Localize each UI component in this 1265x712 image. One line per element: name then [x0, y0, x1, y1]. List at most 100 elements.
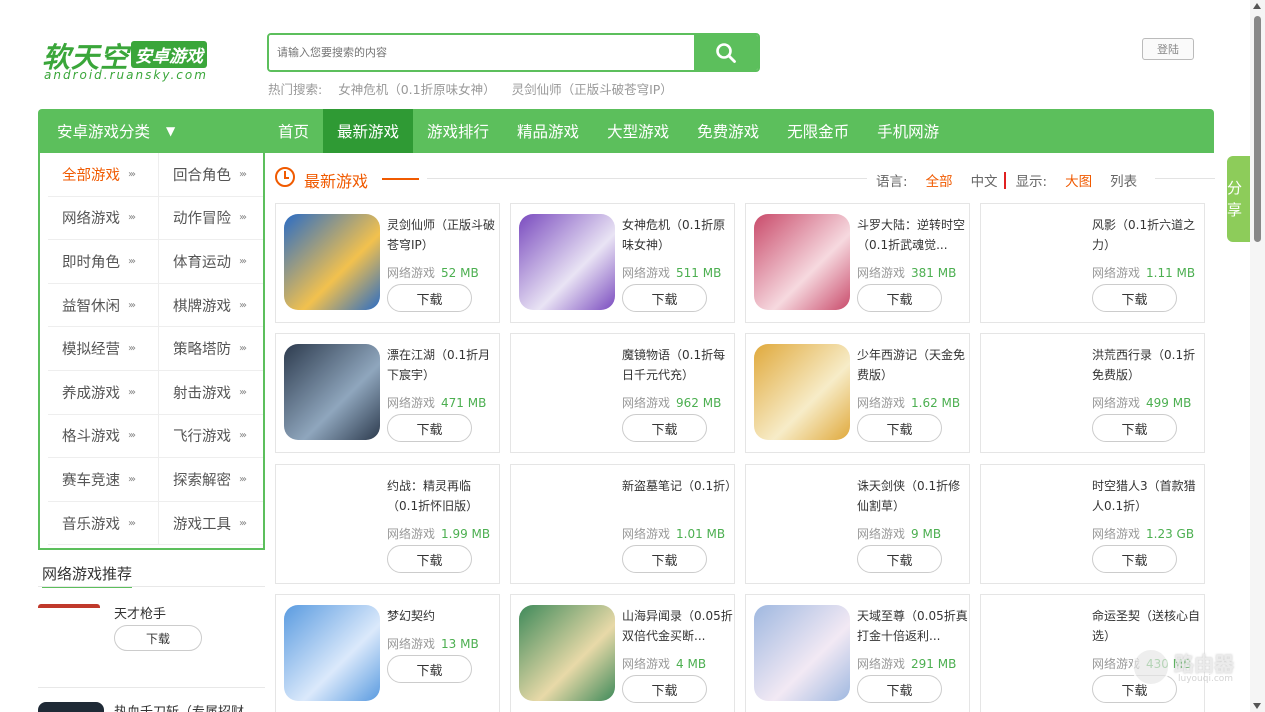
- nav-item-online-games[interactable]: 手机网游: [863, 109, 953, 153]
- game-icon-nvshen[interactable]: [519, 214, 615, 310]
- download-button[interactable]: 下载: [622, 284, 707, 312]
- nav-item-home[interactable]: 首页: [264, 109, 323, 153]
- game-title[interactable]: 女神危机（0.1折原味女神）: [622, 215, 734, 255]
- download-button[interactable]: 下载: [1092, 545, 1177, 573]
- download-button[interactable]: 下载: [622, 414, 707, 442]
- nav-item-featured[interactable]: 精品游戏: [503, 109, 593, 153]
- nav-item-ranking[interactable]: 游戏排行: [413, 109, 503, 153]
- game-title[interactable]: 洪荒西行录（0.1折免费版）: [1092, 345, 1204, 385]
- recommend-game-name[interactable]: 天才枪手: [114, 603, 166, 622]
- nav-item-unlimited-gold[interactable]: 无限金币: [773, 109, 863, 153]
- search-input[interactable]: [269, 35, 694, 70]
- scrollbar[interactable]: [1250, 0, 1265, 712]
- game-card[interactable]: 灵剑仙师（正版斗破苍穹IP） 网络游戏 52 MB 下载: [275, 203, 500, 323]
- recommend-thumbnail[interactable]: [38, 604, 100, 608]
- game-title[interactable]: 新盗墓笔记（0.1折）: [622, 476, 734, 516]
- download-button[interactable]: 下载: [857, 284, 942, 312]
- download-button[interactable]: 下载: [857, 414, 942, 442]
- category-menu-toggle[interactable]: 安卓游戏分类 ▼: [38, 109, 264, 153]
- download-button[interactable]: 下载: [857, 545, 942, 573]
- download-button[interactable]: 下载: [387, 655, 472, 683]
- game-card[interactable]: 山海异闻录（0.05折双倍代金买断... 网络游戏 4 MB 下载: [510, 594, 735, 712]
- recommend-thumbnail[interactable]: [38, 702, 104, 712]
- download-button[interactable]: 下载: [1092, 284, 1177, 312]
- game-title[interactable]: 灵剑仙师（正版斗破苍穹IP）: [387, 215, 499, 255]
- category-item[interactable]: 体育运动 ›››: [159, 240, 263, 284]
- hot-search-link[interactable]: 女神危机（0.1折原味女神）: [338, 82, 495, 97]
- recommend-game-name[interactable]: 热血千刀斩（专属招财: [114, 701, 244, 712]
- download-button[interactable]: 下载: [857, 675, 942, 703]
- game-icon-linjian[interactable]: [284, 214, 380, 310]
- download-button[interactable]: 下载: [622, 675, 707, 703]
- game-icon-shanhai[interactable]: [519, 605, 615, 701]
- game-card[interactable]: 诛天剑侠（0.1折修仙割草） 网络游戏 9 MB 下载: [745, 464, 970, 584]
- view-list[interactable]: 列表: [1110, 170, 1137, 190]
- download-button[interactable]: 下载: [1092, 414, 1177, 442]
- login-button[interactable]: 登陆: [1142, 38, 1194, 60]
- download-button[interactable]: 下载: [622, 545, 707, 573]
- site-logo[interactable]: 软天空 安卓游戏 android.ruansky.com: [42, 36, 232, 86]
- game-card[interactable]: 梦幻契约 网络游戏 13 MB 下载: [275, 594, 500, 712]
- download-button[interactable]: 下载: [387, 284, 472, 312]
- game-title[interactable]: 山海异闻录（0.05折双倍代金买断...: [622, 606, 734, 646]
- category-item[interactable]: 探索解密 ›››: [159, 458, 263, 502]
- nav-item-newest[interactable]: 最新游戏: [323, 109, 414, 153]
- game-card[interactable]: 女神危机（0.1折原味女神） 网络游戏 511 MB 下载: [510, 203, 735, 323]
- game-icon-tianyu[interactable]: [754, 605, 850, 701]
- game-icon-douluo[interactable]: [754, 214, 850, 310]
- category-item[interactable]: 射击游戏 ›››: [159, 371, 263, 415]
- game-card[interactable]: 洪荒西行录（0.1折免费版） 网络游戏 499 MB 下载: [980, 333, 1205, 453]
- category-item[interactable]: 回合角色 ›››: [159, 153, 263, 197]
- category-item[interactable]: 网络游戏 ›››: [48, 196, 159, 241]
- game-title[interactable]: 少年西游记（天金免费版）: [857, 345, 969, 385]
- category-item[interactable]: 全部游戏 ›››: [48, 153, 159, 197]
- game-card[interactable]: 斗罗大陆：逆转时空（0.1折武魂觉... 网络游戏 381 MB 下载: [745, 203, 970, 323]
- category-item[interactable]: 模拟经营 ›››: [48, 327, 159, 371]
- game-card[interactable]: 漂在江湖（0.1折月下宸宇） 网络游戏 471 MB 下载: [275, 333, 500, 453]
- download-button[interactable]: 下载: [387, 414, 472, 442]
- game-card[interactable]: 新盗墓笔记（0.1折） 网络游戏 1.01 MB 下载: [510, 464, 735, 584]
- game-card[interactable]: 约战：精灵再临（0.1折怀旧版） 网络游戏 1.99 MB 下载: [275, 464, 500, 584]
- game-title[interactable]: 风影（0.1折六道之力）: [1092, 215, 1204, 255]
- category-item[interactable]: 动作冒险 ›››: [159, 197, 263, 241]
- scrollbar-thumb[interactable]: [1254, 16, 1261, 242]
- category-item[interactable]: 格斗游戏 ›››: [48, 414, 159, 459]
- nav-item-large[interactable]: 大型游戏: [593, 109, 683, 153]
- game-icon-piaozai[interactable]: [284, 344, 380, 440]
- recommend-download-button[interactable]: 下载: [114, 625, 202, 651]
- language-all[interactable]: 全部: [926, 170, 953, 190]
- share-tab[interactable]: 分享: [1227, 156, 1251, 242]
- view-big-image[interactable]: 大图: [1065, 170, 1092, 190]
- game-title[interactable]: 斗罗大陆：逆转时空（0.1折武魂觉...: [857, 215, 969, 255]
- game-icon-menghuan[interactable]: [284, 605, 380, 701]
- category-item[interactable]: 益智休闲 ›››: [48, 283, 159, 328]
- language-chinese[interactable]: 中文: [971, 170, 998, 190]
- game-card[interactable]: 风影（0.1折六道之力） 网络游戏 1.11 MB 下载: [980, 203, 1205, 323]
- game-card[interactable]: 时空猎人3（首款猎人0.1折） 网络游戏 1.23 GB 下载: [980, 464, 1205, 584]
- game-title[interactable]: 魔镜物语（0.1折每日千元代充）: [622, 345, 734, 385]
- category-item[interactable]: 即时角色 ›››: [48, 240, 159, 284]
- game-title[interactable]: 时空猎人3（首款猎人0.1折）: [1092, 476, 1204, 516]
- game-title[interactable]: 漂在江湖（0.1折月下宸宇）: [387, 345, 499, 385]
- game-title[interactable]: 约战：精灵再临（0.1折怀旧版）: [387, 476, 499, 516]
- game-icon-xiyou[interactable]: [754, 344, 850, 440]
- game-card[interactable]: 魔镜物语（0.1折每日千元代充） 网络游戏 962 MB 下载: [510, 333, 735, 453]
- search-button[interactable]: [694, 35, 758, 70]
- category-item[interactable]: 音乐游戏 ›››: [48, 501, 159, 546]
- hot-search-link[interactable]: 灵剑仙师（正版斗破苍穹IP）: [512, 82, 673, 97]
- category-item[interactable]: 策略塔防 ›››: [159, 327, 263, 371]
- category-item[interactable]: 游戏工具 ›››: [159, 502, 263, 546]
- category-item[interactable]: 赛车竞速 ›››: [48, 458, 159, 502]
- category-item[interactable]: 飞行游戏 ›››: [159, 415, 263, 459]
- download-button[interactable]: 下载: [387, 545, 472, 573]
- scroll-up-arrow-icon[interactable]: [1253, 3, 1261, 9]
- game-title[interactable]: 天域至尊（0.05折真打金十倍返利...: [857, 606, 969, 646]
- category-item[interactable]: 养成游戏 ›››: [48, 370, 159, 415]
- game-card[interactable]: 天域至尊（0.05折真打金十倍返利... 网络游戏 291 MB 下载: [745, 594, 970, 712]
- game-title[interactable]: 命运圣契（送核心自选）: [1092, 606, 1204, 646]
- game-title[interactable]: 诛天剑侠（0.1折修仙割草）: [857, 476, 969, 516]
- category-item[interactable]: 棋牌游戏 ›››: [159, 284, 263, 328]
- scroll-down-arrow-icon[interactable]: [1253, 703, 1261, 709]
- game-card[interactable]: 少年西游记（天金免费版） 网络游戏 1.62 MB 下载: [745, 333, 970, 453]
- nav-item-free[interactable]: 免费游戏: [683, 109, 773, 153]
